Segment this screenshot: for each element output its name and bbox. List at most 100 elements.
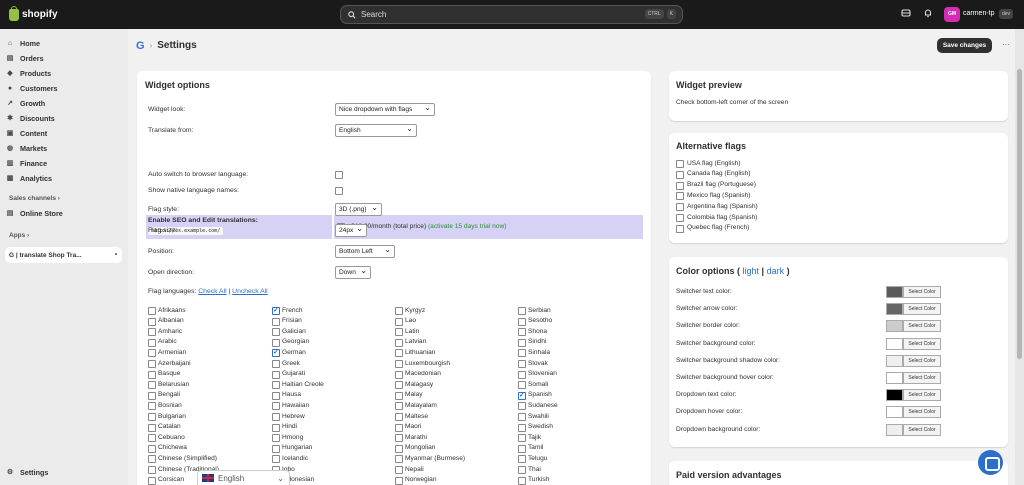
- flag-size-select[interactable]: 24px: [335, 223, 367, 237]
- language-checkbox[interactable]: [272, 317, 280, 326]
- alt-flag-checkbox[interactable]: [676, 203, 684, 212]
- language-checkbox[interactable]: [395, 423, 403, 432]
- language-checkbox[interactable]: [395, 391, 403, 400]
- language-checkbox[interactable]: [148, 338, 156, 347]
- color-swatch[interactable]: [886, 406, 903, 419]
- language-checkbox[interactable]: [272, 370, 280, 379]
- alt-flag-checkbox[interactable]: [676, 160, 684, 168]
- seo-trial-link[interactable]: (activate 15 days trial now): [428, 223, 506, 230]
- language-checkbox[interactable]: [272, 402, 280, 411]
- color-swatch[interactable]: [886, 423, 903, 436]
- sidebar-item-analytics[interactable]: ▦ Analytics: [6, 172, 52, 185]
- language-checkbox[interactable]: [518, 423, 526, 432]
- language-checkbox[interactable]: [518, 413, 526, 421]
- language-checkbox[interactable]: [148, 317, 156, 326]
- sidebar-item-discounts[interactable]: ✱ Discounts: [6, 112, 55, 125]
- language-checkbox[interactable]: [518, 444, 526, 453]
- language-checkbox[interactable]: [148, 413, 156, 421]
- more-actions-icon[interactable]: ···: [999, 39, 1013, 52]
- sidebar-item-growth[interactable]: ↗ Growth: [6, 97, 45, 110]
- language-checkbox[interactable]: [395, 307, 403, 315]
- apps-title[interactable]: Apps ›: [9, 232, 29, 239]
- language-checkbox[interactable]: [148, 402, 156, 411]
- select-color-button[interactable]: Select Color: [903, 389, 941, 402]
- sidebar-item-finance[interactable]: ▥ Finance: [6, 157, 47, 170]
- chat-icon[interactable]: [978, 450, 1003, 475]
- sidebar-item-content[interactable]: ▣ Content: [6, 127, 47, 140]
- select-color-button[interactable]: Select Color: [903, 406, 941, 419]
- language-checkbox[interactable]: [272, 444, 280, 453]
- language-checkbox[interactable]: [518, 466, 526, 474]
- app-more-icon[interactable]: •: [115, 252, 117, 258]
- position-select[interactable]: Bottom Left: [335, 244, 395, 258]
- store-name[interactable]: carmen-tp: [963, 10, 995, 17]
- select-color-button[interactable]: Select Color: [903, 320, 941, 333]
- language-checkbox[interactable]: [272, 381, 280, 390]
- sidebar-item-online-store[interactable]: ▤ Online Store: [6, 207, 63, 220]
- language-checkbox[interactable]: [148, 455, 156, 464]
- language-checkbox[interactable]: [518, 434, 526, 443]
- select-color-button[interactable]: Select Color: [903, 354, 941, 367]
- language-checkbox[interactable]: [395, 444, 403, 453]
- sidebar-item-orders[interactable]: ▤ Orders: [6, 52, 44, 65]
- inbox-icon[interactable]: [900, 8, 912, 20]
- language-checkbox[interactable]: [395, 476, 403, 485]
- flag-style-select[interactable]: 3D (.png): [335, 202, 382, 216]
- language-checkbox[interactable]: [148, 370, 156, 379]
- language-checkbox[interactable]: [518, 307, 526, 315]
- gtranslate-logo-icon[interactable]: G: [136, 40, 145, 52]
- language-checkbox[interactable]: [395, 349, 403, 358]
- sidebar-item-gtranslate-app[interactable]: G | translate Shop Tra... •: [5, 247, 122, 263]
- language-checkbox[interactable]: [148, 423, 156, 432]
- store-avatar[interactable]: GM: [944, 7, 960, 22]
- color-swatch[interactable]: [886, 286, 903, 298]
- alt-flag-checkbox[interactable]: [676, 214, 684, 222]
- language-checkbox[interactable]: [272, 338, 280, 347]
- language-checkbox[interactable]: [148, 360, 156, 368]
- language-checkbox[interactable]: [148, 381, 156, 390]
- language-checkbox[interactable]: [518, 455, 526, 464]
- language-checkbox[interactable]: [395, 381, 403, 390]
- sidebar-item-customers[interactable]: ● Customers: [6, 82, 58, 95]
- language-checkbox[interactable]: [395, 466, 403, 474]
- language-checkbox[interactable]: [395, 338, 403, 347]
- bell-icon[interactable]: [922, 8, 934, 20]
- shopify-logo[interactable]: shopify: [9, 5, 58, 22]
- language-checkbox[interactable]: [272, 413, 280, 421]
- language-checkbox[interactable]: [148, 349, 156, 358]
- select-color-button[interactable]: Select Color: [903, 372, 941, 384]
- auto-switch-checkbox[interactable]: [335, 171, 343, 179]
- language-checkbox[interactable]: [518, 338, 526, 347]
- sidebar-item-products[interactable]: ◆ Products: [6, 67, 51, 80]
- language-checkbox[interactable]: [518, 328, 526, 337]
- select-color-button[interactable]: Select Color: [903, 337, 941, 350]
- language-checkbox[interactable]: [395, 413, 403, 421]
- language-checkbox[interactable]: [148, 434, 156, 443]
- language-checkbox[interactable]: [518, 349, 526, 358]
- select-color-button[interactable]: Select Color: [903, 423, 941, 436]
- language-checkbox[interactable]: [272, 360, 280, 368]
- widget-look-select[interactable]: Nice dropdown with flags: [335, 102, 435, 116]
- color-swatch[interactable]: [886, 337, 903, 350]
- language-checkbox[interactable]: [272, 455, 280, 464]
- alt-flag-checkbox[interactable]: [676, 181, 684, 190]
- language-checkbox[interactable]: [395, 360, 403, 368]
- native-names-checkbox[interactable]: [335, 187, 343, 195]
- open-direction-select[interactable]: Down: [335, 265, 371, 279]
- dark-theme-link[interactable]: dark: [767, 266, 785, 276]
- language-checkbox[interactable]: [272, 423, 280, 432]
- language-checkbox[interactable]: [395, 402, 403, 411]
- language-checkbox[interactable]: [148, 476, 156, 485]
- language-switcher[interactable]: English ⌄: [197, 470, 290, 485]
- color-swatch[interactable]: [886, 372, 903, 384]
- select-color-button[interactable]: Select Color: [903, 303, 941, 316]
- alt-flag-checkbox[interactable]: [676, 170, 684, 179]
- language-checkbox[interactable]: [272, 328, 280, 337]
- search-bar[interactable]: Search CTRL K: [340, 5, 683, 24]
- language-checkbox[interactable]: [518, 370, 526, 379]
- language-checkbox[interactable]: [518, 402, 526, 411]
- language-checkbox[interactable]: [148, 307, 156, 315]
- language-checkbox[interactable]: [272, 434, 280, 443]
- language-checkbox[interactable]: [395, 370, 403, 379]
- translate-from-select[interactable]: English: [335, 123, 417, 137]
